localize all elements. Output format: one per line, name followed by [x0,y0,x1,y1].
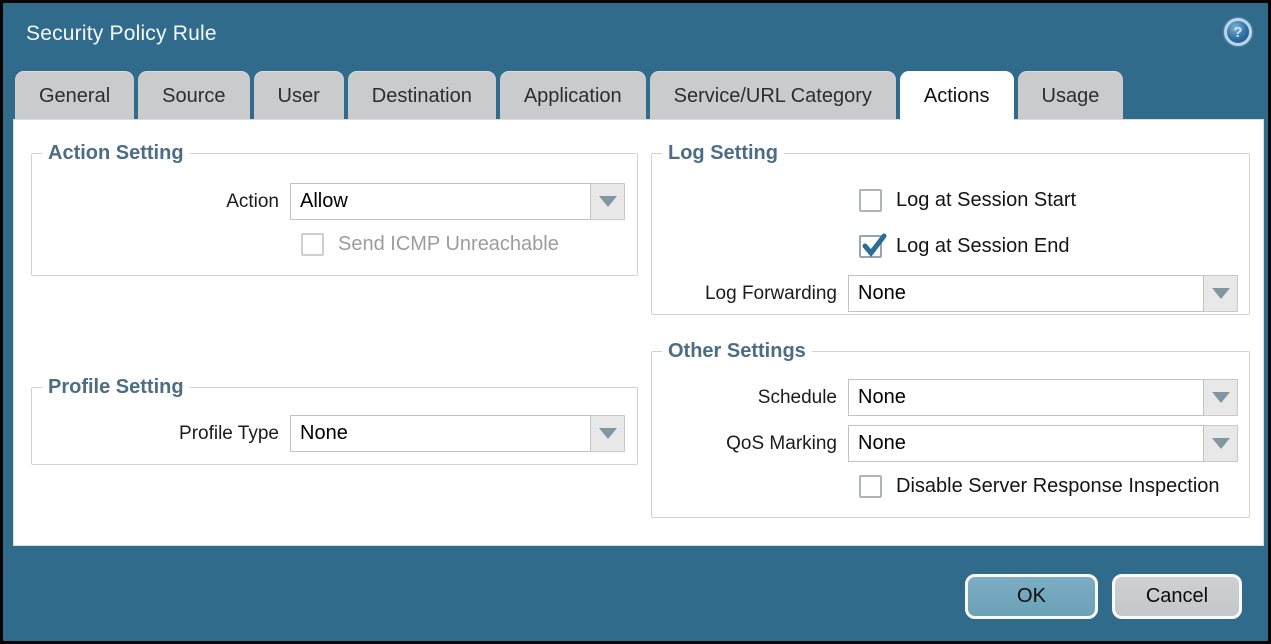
profile-type-dropdown-button[interactable] [591,415,625,452]
log-forwarding-dropdown[interactable]: None [848,275,1238,312]
title-bar: Security Policy Rule ? [3,3,1268,67]
chevron-down-icon [1212,392,1230,403]
tab-general[interactable]: General [15,71,134,120]
send-icmp-label: Send ICMP Unreachable [338,233,559,256]
log-forwarding-dropdown-button[interactable] [1204,275,1238,312]
log-forwarding-label: Log Forwarding [652,283,848,305]
log-setting-group: Log Setting Log at Session Start Log at … [651,142,1250,315]
log-session-start-label: Log at Session Start [896,189,1076,212]
other-settings-title: Other Settings [662,340,812,363]
profile-type-dropdown[interactable]: None [290,415,625,452]
action-setting-group: Action Setting Action Allow Send ICMP Un… [31,142,638,276]
tab-source[interactable]: Source [138,71,249,120]
chevron-down-icon [599,196,617,207]
chevron-down-icon [1212,288,1230,299]
ok-button[interactable]: OK [965,574,1098,619]
chevron-down-icon [599,428,617,439]
log-setting-title: Log Setting [662,142,784,165]
tab-usage[interactable]: Usage [1018,71,1124,120]
qos-marking-label: QoS Marking [652,433,848,455]
tab-actions[interactable]: Actions [900,71,1014,120]
action-row: Action Allow [32,183,637,220]
tab-service-url-category[interactable]: Service/URL Category [650,71,896,120]
profile-setting-title: Profile Setting [42,376,190,399]
action-label: Action [32,191,290,213]
profile-type-row: Profile Type None [32,415,637,452]
qos-marking-dropdown[interactable]: None [848,425,1238,462]
action-dropdown-button[interactable] [591,183,625,220]
cancel-button[interactable]: Cancel [1112,574,1242,619]
log-session-end-label: Log at Session End [896,235,1069,258]
send-icmp-checkbox[interactable] [301,233,324,256]
profile-type-dropdown-value: None [290,415,591,452]
log-forwarding-row: Log Forwarding None [652,275,1249,312]
send-icmp-checkbox-row: Send ICMP Unreachable [301,233,637,256]
schedule-dropdown[interactable]: None [848,379,1238,416]
action-dropdown[interactable]: Allow [290,183,625,220]
schedule-dropdown-value: None [848,379,1204,416]
schedule-dropdown-button[interactable] [1204,379,1238,416]
log-session-end-checkbox[interactable] [859,235,882,258]
other-settings-group: Other Settings Schedule None QoS Marking… [651,340,1250,518]
help-icon[interactable]: ? [1224,18,1252,46]
profile-type-label: Profile Type [32,423,290,445]
qos-marking-dropdown-value: None [848,425,1204,462]
tab-destination[interactable]: Destination [348,71,496,120]
security-policy-rule-dialog: Security Policy Rule ? General Source Us… [0,0,1271,644]
chevron-down-icon [1212,438,1230,449]
action-dropdown-value: Allow [290,183,591,220]
log-session-start-row: Log at Session Start [859,189,1249,212]
dsri-row: Disable Server Response Inspection [859,475,1249,498]
schedule-label: Schedule [652,387,848,409]
tab-user[interactable]: User [254,71,344,120]
actions-tab-panel: Action Setting Action Allow Send ICMP Un… [13,119,1264,546]
log-session-start-checkbox[interactable] [859,189,882,212]
schedule-row: Schedule None [652,379,1249,416]
action-setting-title: Action Setting [42,142,190,165]
qos-marking-row: QoS Marking None [652,425,1249,462]
tab-application[interactable]: Application [500,71,646,120]
tab-bar: General Source User Destination Applicat… [15,71,1256,120]
dsri-label: Disable Server Response Inspection [896,475,1220,498]
log-session-end-row: Log at Session End [859,235,1249,258]
dialog-title: Security Policy Rule [26,22,217,46]
log-forwarding-dropdown-value: None [848,275,1204,312]
profile-setting-group: Profile Setting Profile Type None [31,376,638,465]
qos-marking-dropdown-button[interactable] [1204,425,1238,462]
dsri-checkbox[interactable] [859,475,882,498]
